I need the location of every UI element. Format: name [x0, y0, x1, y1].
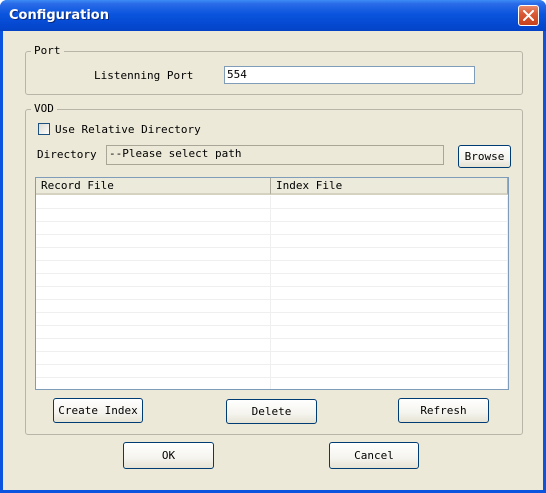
list-gridline-row	[36, 261, 508, 274]
list-cell-index-file	[271, 365, 508, 377]
vod-group-label: VOD	[31, 103, 57, 115]
list-gridline-row	[36, 222, 508, 235]
list-cell-record-file	[36, 248, 271, 260]
list-cell-record-file	[36, 209, 271, 221]
list-header: Record File Index File	[36, 178, 508, 195]
close-icon	[523, 10, 534, 21]
list-cell-record-file	[36, 287, 271, 299]
list-gridline-row	[36, 352, 508, 365]
list-gridline-row	[36, 313, 508, 326]
list-cell-index-file	[271, 274, 508, 286]
list-cell-index-file	[271, 339, 508, 351]
directory-field: --Please select path	[106, 145, 444, 165]
listening-port-label: Listenning Port	[94, 69, 194, 82]
list-gridline-row	[36, 209, 508, 222]
browse-button[interactable]: Browse	[458, 145, 511, 168]
list-gridline-row	[36, 196, 508, 209]
title-bar[interactable]: Configuration	[0, 0, 546, 31]
directory-label: Directory	[37, 148, 97, 161]
refresh-button[interactable]: Refresh	[398, 398, 489, 423]
list-cell-record-file	[36, 326, 271, 338]
record-index-list[interactable]: Record File Index File	[35, 177, 509, 390]
list-cell-record-file	[36, 274, 271, 286]
list-cell-record-file	[36, 365, 271, 377]
list-cell-index-file	[271, 261, 508, 273]
cancel-button[interactable]: Cancel	[329, 442, 419, 469]
list-cell-index-file	[271, 222, 508, 234]
list-cell-index-file	[271, 209, 508, 221]
list-cell-index-file	[271, 313, 508, 325]
column-header-record-file[interactable]: Record File	[36, 178, 271, 195]
window-title: Configuration	[9, 8, 109, 23]
list-gridline-row	[36, 274, 508, 287]
list-gridline-row	[36, 235, 508, 248]
column-header-index-file[interactable]: Index File	[271, 178, 508, 195]
dialog-body: Port Listenning Port 554 VOD Use Relativ…	[3, 31, 543, 490]
list-cell-index-file	[271, 287, 508, 299]
list-cell-record-file	[36, 378, 271, 389]
list-gridline-row	[36, 339, 508, 352]
list-gridline-row	[36, 378, 508, 389]
delete-button[interactable]: Delete	[226, 399, 317, 424]
list-cell-index-file	[271, 300, 508, 312]
list-gridline-row	[36, 365, 508, 378]
list-cell-index-file	[271, 378, 508, 389]
port-group-label: Port	[31, 45, 64, 57]
create-index-button[interactable]: Create Index	[53, 398, 143, 423]
list-cell-record-file	[36, 196, 271, 208]
list-cell-index-file	[271, 352, 508, 364]
list-cell-index-file	[271, 248, 508, 260]
list-gridline-row	[36, 248, 508, 261]
list-cell-index-file	[271, 196, 508, 208]
list-cell-record-file	[36, 339, 271, 351]
list-cell-record-file	[36, 352, 271, 364]
configuration-window: Configuration Port Listenning Port 554 V…	[0, 0, 546, 493]
ok-button[interactable]: OK	[123, 442, 214, 469]
list-gridline-row	[36, 287, 508, 300]
listening-port-input[interactable]: 554	[224, 66, 475, 84]
use-relative-directory-label[interactable]: Use Relative Directory	[55, 123, 201, 136]
close-button[interactable]	[518, 5, 539, 26]
list-cell-index-file	[271, 235, 508, 247]
list-cell-record-file	[36, 313, 271, 325]
list-cell-record-file	[36, 300, 271, 312]
list-gridline-row	[36, 300, 508, 313]
use-relative-directory-checkbox[interactable]	[38, 123, 50, 135]
list-cell-record-file	[36, 261, 271, 273]
list-cell-record-file	[36, 222, 271, 234]
list-gridline-row	[36, 326, 508, 339]
list-cell-record-file	[36, 235, 271, 247]
list-cell-index-file	[271, 326, 508, 338]
